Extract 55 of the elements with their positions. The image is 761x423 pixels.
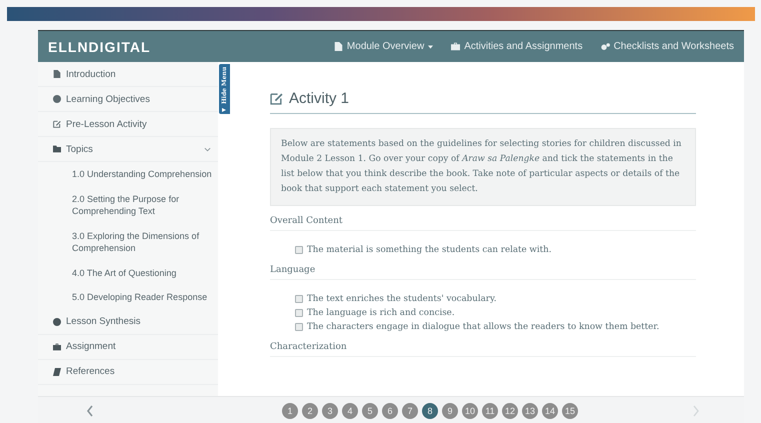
page-number[interactable]: 8 — [422, 402, 438, 418]
instructions-text: Below are statements based on the guidelines for selecting stories for children discussed in Module 2 Lesson 1. Go over your copy of Araw sa Palengke and tick the statements in the list below that you think describe the book. Take note of particular aspects or details of the book that support each statement you select. — [281, 138, 682, 196]
activity-title: Activity 1 — [270, 90, 696, 114]
section-heading: Overall Content — [270, 216, 696, 231]
sidebar-subitem[interactable]: 3.0 Exploring the Dimensions of Comprehension — [38, 224, 218, 260]
sidebar-subitem[interactable]: 4.0 The Art of Questioning — [38, 260, 218, 285]
folder-icon — [53, 145, 61, 153]
document-icon — [53, 70, 61, 78]
page-number[interactable]: 14 — [542, 402, 558, 418]
sidebar-item[interactable]: Lesson Synthesis — [38, 310, 218, 334]
page-number[interactable]: 13 — [522, 402, 538, 418]
circle-icon — [53, 318, 61, 326]
triangle-icon — [222, 108, 226, 112]
sidebar-subitem[interactable]: 1.0 Understanding Comprehension — [38, 162, 218, 186]
statement-text: The characters engage in dialogue that allows the readers to know them better. — [307, 322, 660, 332]
checkbox[interactable] — [295, 246, 303, 254]
sidebar-item[interactable]: Pre-Lesson Activity — [38, 112, 218, 137]
page-number[interactable]: 6 — [382, 402, 398, 418]
page-number[interactable]: 11 — [482, 402, 498, 418]
sidebar-item[interactable]: References — [38, 360, 218, 384]
page-number[interactable]: 2 — [302, 402, 318, 418]
section-heading: Language — [270, 265, 696, 280]
page-number[interactable]: 7 — [402, 402, 418, 418]
page-number[interactable]: 10 — [462, 402, 478, 418]
statement-text: The material is something the students can relate with. — [307, 245, 552, 255]
checkbox[interactable] — [295, 295, 303, 303]
page-number[interactable]: 4 — [342, 402, 358, 418]
edit-icon — [270, 92, 283, 105]
edit-icon — [53, 120, 61, 128]
statement-text: The language is rich and concise. — [307, 308, 455, 318]
chevron-left-icon[interactable] — [86, 404, 94, 416]
sidebar-item[interactable]: Assignment — [38, 334, 218, 360]
sidebar-item[interactable]: Learning Objectives — [38, 87, 218, 112]
briefcase-icon — [53, 342, 61, 350]
page-number[interactable]: 1 — [282, 402, 298, 418]
page-number[interactable]: 15 — [562, 402, 578, 418]
page-number[interactable]: 9 — [442, 402, 458, 418]
sidebar-item[interactable]: Introduction — [38, 62, 218, 87]
page-number[interactable]: 3 — [322, 402, 338, 418]
sidebar-subitem[interactable]: 2.0 Setting the Purpose for Comprehending Text — [38, 186, 218, 224]
section-heading: Characterization — [270, 342, 696, 357]
sidebar-subitem[interactable]: 5.0 Developing Reader Response — [38, 285, 218, 310]
nav-link[interactable]: Activities and Assignments — [451, 41, 583, 52]
site-logo: ELLNDIGITAL — [48, 38, 151, 54]
nav-link[interactable]: Checklists and Worksheets — [600, 41, 734, 52]
statement-text: The text enriches the students' vocabulary. — [307, 294, 496, 304]
sidebar-item[interactable]: Topics — [38, 137, 218, 162]
chevron-right-icon[interactable] — [692, 404, 700, 416]
nav-link[interactable]: Module Overview — [334, 41, 434, 52]
page-number[interactable]: 5 — [362, 402, 378, 418]
document-icon — [334, 42, 343, 51]
checkbox[interactable] — [295, 309, 303, 317]
page-number[interactable]: 12 — [502, 402, 518, 418]
briefcase-icon — [451, 42, 460, 51]
checkbox[interactable] — [295, 323, 303, 331]
